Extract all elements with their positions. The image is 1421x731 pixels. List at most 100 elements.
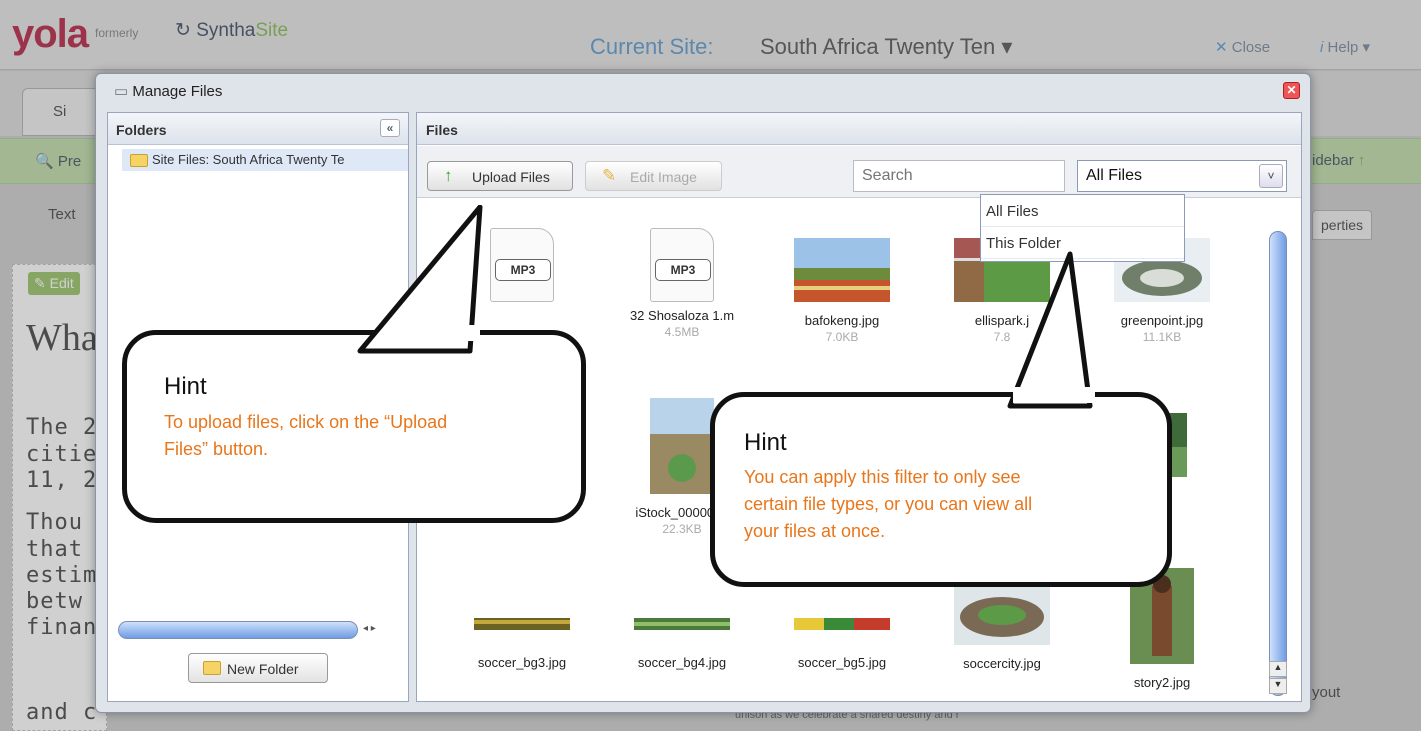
file-size: 7.0KB bbox=[825, 330, 859, 344]
hint-text: certain file types, or you can view all bbox=[744, 494, 1033, 514]
horizontal-scrollbar[interactable] bbox=[118, 621, 358, 639]
hint-text: Files” button. bbox=[164, 439, 269, 459]
dialog-close-button[interactable]: ✕ bbox=[1283, 82, 1300, 99]
filter-selected-value: All Files bbox=[1086, 167, 1143, 184]
body-line: and c bbox=[26, 700, 98, 725]
file-item[interactable]: soccer_bg5.jpg bbox=[767, 608, 917, 672]
edit-button[interactable]: ✎ Edit bbox=[28, 272, 80, 295]
mp3-icon: MP3 bbox=[650, 228, 714, 302]
thumbnail-image bbox=[954, 581, 1050, 645]
files-toolbar: ↑ Upload Files ✎ Edit Image All Files ˅ bbox=[417, 146, 1301, 198]
body-line: betw bbox=[26, 589, 83, 614]
hint-text: To upload files, click on the “Upload bbox=[164, 412, 448, 432]
edit-image-label: Edit Image bbox=[630, 169, 697, 185]
file-name: bafokeng.jpg bbox=[804, 313, 880, 328]
edit-label: Edit bbox=[49, 275, 74, 291]
tab-text[interactable]: Text bbox=[48, 206, 76, 223]
edit-image-button[interactable]: ✎ Edit Image bbox=[585, 161, 722, 191]
current-site-label: Current Site: bbox=[590, 34, 714, 59]
folder-tree-item[interactable]: Site Files: South Africa Twenty Te bbox=[122, 149, 408, 171]
folder-label: Site Files: South Africa Twenty Te bbox=[152, 152, 345, 167]
hint-pointer-mask bbox=[385, 325, 480, 341]
hint-title: Hint bbox=[164, 373, 207, 400]
folder-add-icon bbox=[203, 661, 221, 675]
arrow-up-icon: ↑ bbox=[1357, 152, 1366, 169]
file-item[interactable]: soccer_bg4.jpg bbox=[607, 608, 757, 672]
current-site-dropdown[interactable]: South Africa Twenty Ten ▾ bbox=[760, 34, 1012, 60]
upload-hint-bubble: Hint To upload files, click on the “Uplo… bbox=[122, 330, 586, 523]
scroll-down-arrow[interactable]: ▼ bbox=[1269, 678, 1287, 694]
new-folder-label: New Folder bbox=[227, 661, 299, 677]
hint-pointer-mask bbox=[1013, 387, 1095, 403]
folders-header: Folders « bbox=[108, 113, 408, 145]
close-link[interactable]: ✕ Close bbox=[1215, 38, 1270, 56]
preview-button[interactable]: 🔍 Pre bbox=[35, 152, 81, 170]
body-line: finan bbox=[26, 615, 98, 640]
upload-files-button[interactable]: ↑ Upload Files bbox=[427, 161, 573, 191]
files-header: Files bbox=[417, 113, 1301, 145]
file-name: soccer_bg5.jpg bbox=[797, 655, 887, 670]
site-tab-label: Si bbox=[53, 103, 67, 120]
layout-label: yout bbox=[1312, 684, 1341, 701]
thumbnail-image bbox=[794, 618, 890, 630]
yola-logo[interactable]: yola bbox=[12, 12, 89, 57]
top-bar: yola formerly ↻ SynthaSite Current Site:… bbox=[0, 0, 1421, 70]
file-item[interactable]: soccer_bg3.jpg bbox=[447, 608, 597, 672]
pencil-icon: ✎ bbox=[602, 166, 617, 185]
body-line: estim bbox=[26, 563, 98, 588]
dialog-title-text: Manage Files bbox=[132, 83, 223, 100]
vertical-scrollbar[interactable] bbox=[1269, 231, 1287, 696]
new-folder-button[interactable]: New Folder bbox=[188, 653, 328, 683]
file-filter-select[interactable]: All Files ˅ bbox=[1077, 160, 1287, 192]
thumbnail-image bbox=[474, 618, 570, 630]
chevron-down-icon[interactable]: ˅ bbox=[1259, 164, 1283, 188]
file-name: soccer_bg4.jpg bbox=[637, 655, 727, 670]
file-name: soccercity.jpg bbox=[963, 656, 1041, 671]
file-item[interactable]: MP3 32 Shosaloza 1.m 4.5MB bbox=[607, 228, 757, 339]
file-name: story2.jpg bbox=[1133, 675, 1191, 690]
file-name: soccer_bg3.jpg bbox=[477, 655, 567, 670]
search-input[interactable] bbox=[853, 160, 1065, 192]
thumbnail-image bbox=[650, 398, 714, 494]
dialog-title: ▭ Manage Files bbox=[114, 82, 222, 100]
hint-pointer bbox=[1007, 251, 1093, 409]
upload-label: Upload Files bbox=[472, 169, 550, 185]
close-icon: ✕ bbox=[1215, 39, 1228, 56]
former-name-b: Site bbox=[255, 20, 289, 41]
help-label: Help bbox=[1327, 39, 1359, 56]
file-item[interactable]: soccercity.jpg bbox=[927, 581, 1077, 673]
current-site-name: South Africa Twenty Ten bbox=[760, 34, 996, 59]
body-line: 11, 2 bbox=[26, 468, 98, 493]
close-label: Close bbox=[1231, 39, 1271, 56]
upload-arrow-icon: ↑ bbox=[444, 166, 453, 185]
sidebar-button[interactable]: idebar ↑ bbox=[1312, 152, 1365, 169]
file-name: 32 Shosaloza 1.m bbox=[629, 308, 735, 323]
body-line: The 2 bbox=[26, 415, 98, 440]
filter-hint-bubble: Hint You can apply this filter to only s… bbox=[710, 392, 1172, 587]
scroll-arrows[interactable]: ◂ ▸ bbox=[363, 623, 376, 634]
formerly-label: formerly bbox=[95, 26, 139, 40]
collapse-panel-button[interactable]: « bbox=[380, 119, 400, 137]
sidebar-label: idebar bbox=[1312, 152, 1354, 169]
folders-title: Folders bbox=[116, 122, 167, 138]
folder-icon bbox=[130, 154, 148, 167]
thumbnail-image bbox=[794, 238, 890, 302]
hint-text: your files at once. bbox=[744, 521, 886, 541]
hint-title: Hint bbox=[744, 429, 787, 456]
tab-properties[interactable]: perties bbox=[1312, 210, 1373, 240]
body-line: Thou bbox=[26, 510, 83, 535]
scroll-up-arrow[interactable]: ▲ bbox=[1269, 661, 1287, 677]
info-icon: i bbox=[1320, 39, 1324, 56]
hint-text: You can apply this filter to only see bbox=[744, 467, 1021, 487]
drive-icon: ▭ bbox=[114, 83, 129, 100]
thumbnail-image bbox=[634, 618, 730, 630]
file-size: 4.5MB bbox=[664, 325, 700, 339]
file-item[interactable]: bafokeng.jpg 7.0KB bbox=[767, 238, 917, 344]
former-name-a: Syntha bbox=[196, 20, 256, 41]
synthasite-logo: ↻ SynthaSite bbox=[175, 20, 289, 41]
filter-option-all-files[interactable]: All Files bbox=[981, 195, 1184, 227]
preview-label: Pre bbox=[57, 153, 82, 170]
help-link[interactable]: i Help ▾ bbox=[1320, 38, 1370, 56]
page-heading: Wha bbox=[26, 317, 98, 359]
files-title: Files bbox=[426, 122, 458, 138]
